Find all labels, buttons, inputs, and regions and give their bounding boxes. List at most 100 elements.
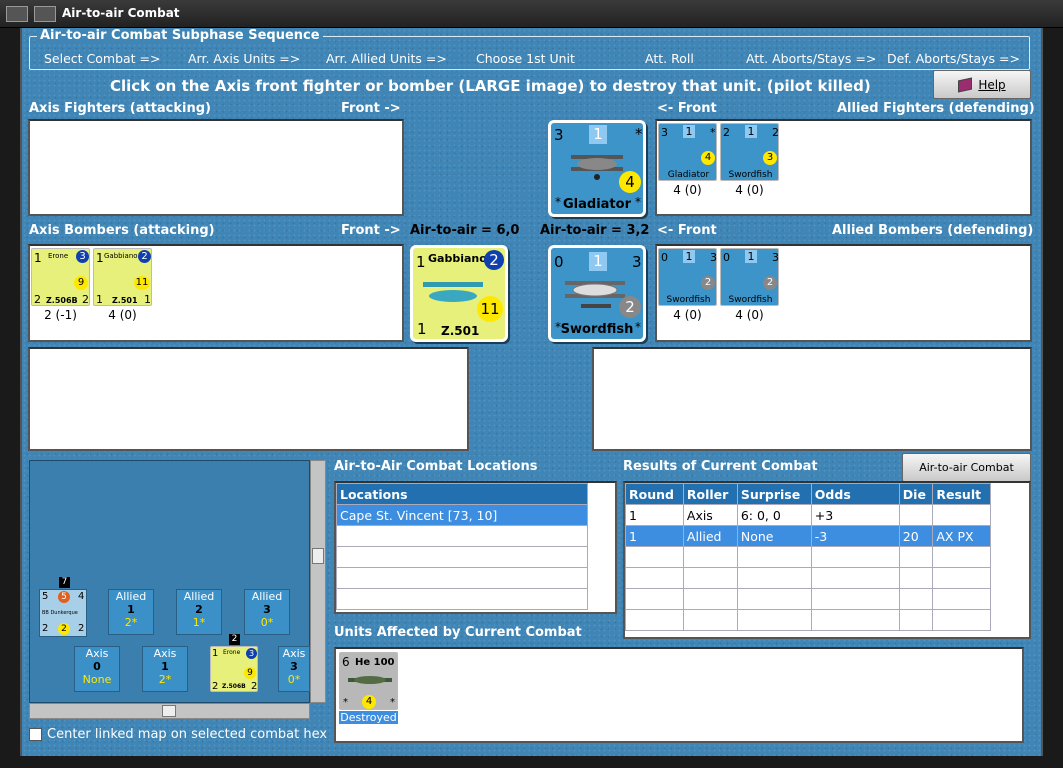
front-allied-fighter-counter[interactable]: 3 1 * 4 * * Gladiator (548, 120, 646, 217)
counter-stat: 2 (723, 126, 730, 139)
front-indicator: <- Front (657, 223, 717, 238)
stack-number: 3 (263, 603, 271, 616)
stack-number: 2 (195, 603, 203, 616)
front-indicator: Front -> (341, 101, 401, 116)
affected-unit-counter[interactable]: 6 He 100 4 * * (339, 652, 398, 710)
counter-caption: 4 (0) (735, 183, 764, 197)
counter-stat: 5 (58, 591, 70, 603)
results-header: Die (898, 483, 934, 505)
allied-stack-3[interactable]: Allied 3 0* (244, 589, 290, 635)
counter-caption: 4 (0) (673, 183, 702, 197)
results-cell: Axis (682, 504, 738, 526)
front-axis-bomber-counter[interactable]: 1 Gabbiano 2 11 1 Z.501 (410, 245, 508, 342)
counter-model: Z.506B (46, 296, 78, 305)
allied-stack-2[interactable]: Allied 2 1* (176, 589, 222, 635)
axis-bomber-counter[interactable]: 1 Erone 3 9 2 Z.506B 2 (31, 248, 90, 306)
results-header: Roller (682, 483, 738, 505)
counter-model: Z.501 (441, 324, 480, 338)
counter-stat: 3 (661, 126, 668, 139)
axis-stack-3[interactable]: Axis 3 0* (278, 646, 310, 692)
results-row-empty (625, 567, 991, 589)
destroyed-status: Destroyed (339, 711, 398, 724)
counter-stat: 0 (554, 253, 564, 271)
window-frame-left (0, 28, 22, 768)
counter-stat: * (710, 126, 716, 139)
counter-stat: 1 (683, 125, 695, 138)
stack-sub: 1* (192, 616, 206, 629)
allied-fighter-counter[interactable]: 3 1 * 4 Gladiator (658, 123, 717, 181)
counter-stat: 1 (212, 648, 219, 659)
counter-stat: 9 (74, 276, 88, 290)
allied-bomber-counter[interactable]: 0 1 3 2 Swordfish (720, 248, 779, 306)
help-button[interactable]: Help (933, 70, 1031, 99)
combat-hex-map[interactable]: 7 5 5 4 BB Dunkerque 2 2 2 Allied 1 2* A… (29, 460, 310, 703)
center-map-checkbox[interactable] (29, 728, 42, 741)
counter-stat: 6 (342, 655, 350, 669)
counter-stat: 3 (554, 126, 564, 144)
axis-stack-0[interactable]: Axis 0 None (74, 646, 120, 692)
location-row-empty[interactable] (336, 567, 588, 589)
results-cell: None (736, 525, 812, 547)
front-allied-bomber-counter[interactable]: 0 1 3 2 * * Swordfish (548, 245, 646, 342)
system-menu-button[interactable] (6, 6, 28, 22)
counter-stat: 2 (34, 293, 41, 306)
counter-stat: 2 (78, 623, 85, 634)
location-row-empty[interactable] (336, 588, 588, 610)
locations-list[interactable]: Locations Cape St. Vincent [73, 10] (334, 481, 617, 614)
affected-units-panel[interactable]: 6 He 100 4 * * Destroyed (334, 647, 1024, 743)
stack-number: 0 (93, 660, 101, 673)
axis-info-panel (28, 347, 469, 451)
counter-stat: 3 (710, 251, 717, 264)
allied-fighter-counter[interactable]: 2 1 2 3 Swordfish (720, 123, 779, 181)
results-table-panel[interactable]: Round Roller Surprise Odds Die Result 1 … (623, 481, 1031, 639)
counter-stat: 3 (632, 253, 642, 271)
counter-name: Gabbiano (428, 252, 487, 265)
stack-number: 3 (290, 660, 298, 673)
axis-bomber-counter[interactable]: 1 Gabbiano 2 11 1 Z.501 1 (93, 248, 152, 306)
counter-name: He 100 (355, 657, 395, 668)
results-cell (932, 504, 991, 526)
counter-stat: 1 (416, 253, 426, 271)
scroll-thumb[interactable] (162, 705, 176, 717)
stack-count: 7 (59, 577, 70, 588)
counter-caption: 2 (-1) (44, 308, 77, 322)
counter-name: Swordfish (728, 295, 773, 305)
minimize-button[interactable] (34, 6, 56, 22)
axis-fighters-panel[interactable] (28, 119, 404, 216)
map-vertical-scrollbar[interactable] (310, 460, 326, 703)
results-row[interactable]: 1 Allied None -3 20 AX PX (625, 525, 991, 547)
stack-sub: None (82, 673, 112, 686)
allied-bomber-counter[interactable]: 0 1 3 2 Swordfish (658, 248, 717, 306)
location-row-empty[interactable] (336, 546, 588, 568)
counter-stat: 2 (212, 681, 219, 692)
results-row[interactable]: 1 Axis 6: 0, 0 +3 (625, 504, 991, 526)
scroll-thumb[interactable] (312, 548, 324, 564)
window-title: Air-to-air Combat (62, 6, 180, 20)
title-bar[interactable]: Air-to-air Combat (0, 0, 1063, 28)
counter-model: Z.501 (112, 296, 138, 305)
axis-fighters-label: Axis Fighters (attacking) (29, 101, 211, 116)
allied-stack-1[interactable]: Allied 1 2* (108, 589, 154, 635)
axis-stack-1[interactable]: Axis 1 2* (142, 646, 188, 692)
counter-stat: 3 (76, 250, 89, 263)
counter-stat: 2 (42, 623, 49, 634)
sequence-step: Select Combat => (44, 51, 161, 66)
axis-bombers-label: Axis Bombers (attacking) (29, 223, 215, 238)
counter-stat: 4 (362, 695, 376, 709)
counter-stat: 2 (701, 276, 715, 290)
location-row-empty[interactable] (336, 525, 588, 547)
counter-stat: 1 (589, 252, 607, 271)
counter-name: Swordfish (666, 295, 711, 305)
counter-caption: 4 (0) (108, 308, 137, 322)
location-row[interactable]: Cape St. Vincent [73, 10] (336, 504, 588, 526)
ship-name: BB Dunkerque (42, 610, 78, 616)
axis-bomber-map-counter[interactable]: 2 1 Erone 3 9 2 Z.506B 2 (210, 634, 258, 692)
stack-sub: 2* (158, 673, 172, 686)
results-cell: 1 (625, 504, 684, 526)
ship-counter[interactable]: 7 5 5 4 BB Dunkerque 2 2 2 (39, 577, 87, 637)
combat-chart-button[interactable]: Air-to-air Combat Chart (902, 453, 1031, 501)
front-indicator: Front -> (341, 223, 401, 238)
map-horizontal-scrollbar[interactable] (29, 703, 310, 719)
center-map-label: Center linked map on selected combat hex (47, 727, 328, 742)
stack-count: 2 (229, 634, 240, 645)
